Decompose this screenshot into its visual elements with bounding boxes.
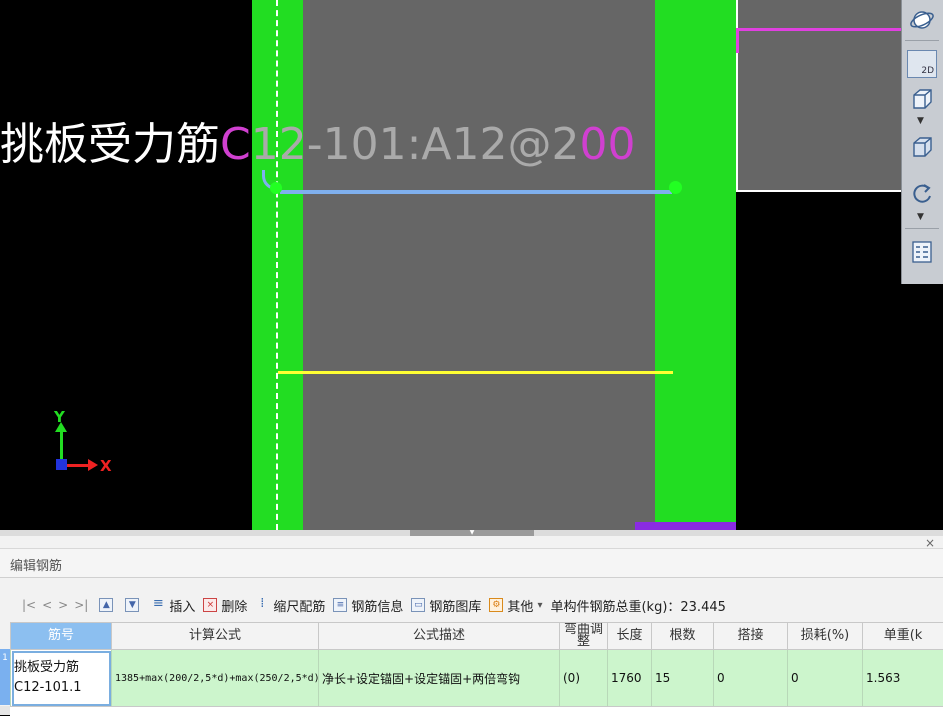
cell-bar-no[interactable]: 挑板受力筋C12-101.1 (11, 650, 112, 707)
slab-center-region[interactable] (303, 0, 655, 530)
header-bar-no[interactable]: 筋号 (11, 623, 112, 650)
chevron-down-icon[interactable]: ▼ (917, 212, 924, 222)
document-icon: ≡ (333, 598, 347, 612)
cad-viewport[interactable]: 挑板受力筋C12-101:A12@200 Y X 2D ▼ ▼ (0, 0, 943, 530)
chevron-down-icon: ▾ (537, 600, 542, 611)
header-unit-weight[interactable]: 单重(k (863, 623, 943, 650)
gear-document-icon: ⚙ (489, 598, 503, 612)
cell-formula[interactable]: 1385+max(200/2,5*d)+max(250/2,5*d)+12.5*… (112, 650, 319, 707)
header-length[interactable]: 长度 (608, 623, 652, 650)
cell-count[interactable]: 15 (652, 650, 714, 707)
library-icon: ▭ (411, 598, 425, 612)
other-label: 其他 (507, 596, 533, 615)
rebar-code-prefix: C (220, 119, 251, 170)
rebar-library-label: 钢筋图库 (429, 596, 481, 615)
header-formula[interactable]: 计算公式 (112, 623, 319, 650)
cell-description[interactable]: 净长+设定锚固+设定锚固+两倍弯钩 (319, 650, 560, 707)
cell-loss[interactable]: 0 (788, 650, 863, 707)
rebar-info-label: 钢筋信息 (351, 596, 403, 615)
delete-button[interactable]: × 删除 (203, 596, 247, 615)
orbit-icon[interactable] (907, 6, 937, 34)
rebar-annotation-code: C12-101:A12@200 (220, 119, 636, 170)
insert-icon: ≡ (151, 598, 165, 612)
chevron-down-icon[interactable]: ▼ (917, 116, 924, 126)
table-row[interactable]: 挑板受力筋C12-101.1 1385+max(200/2,5*d)+max(2… (11, 650, 943, 707)
rotate-icon[interactable] (907, 180, 937, 208)
rebar-code-body: 12-101:A12@2 (251, 119, 580, 170)
move-up-button[interactable]: ▲ (99, 598, 117, 612)
panel-title: 编辑钢筋 (10, 555, 62, 574)
toolbar-separator (905, 228, 939, 229)
edit-rebar-panel: × 编辑钢筋 |< < > >| ▲ ▼ ≡ 插入 × 删除 ⁞ 缩尺配筋 ≡ 钢筋信息… (0, 536, 943, 715)
header-bend-adjust[interactable]: 弯曲调整 (560, 623, 608, 650)
scale-rebar-button[interactable]: ⁞ 缩尺配筋 (255, 596, 325, 615)
row-index[interactable]: 1 (0, 649, 10, 705)
2d-view-icon[interactable]: 2D (907, 50, 937, 78)
3d-solid-icon[interactable] (907, 133, 937, 161)
nav-next-button[interactable]: > (58, 598, 68, 612)
axis-y-label: Y (54, 408, 65, 426)
rebar-code-suffix: 00 (580, 119, 636, 170)
delete-label: 删除 (221, 596, 247, 615)
cell-unit-weight[interactable]: 1.563 (863, 650, 943, 707)
row-index-next[interactable] (0, 706, 10, 715)
rebar-library-button[interactable]: ▭ 钢筋图库 (411, 596, 481, 615)
dashed-axis-line (276, 0, 278, 530)
cell-lap[interactable]: 0 (714, 650, 788, 707)
grid-header-row: 筋号 计算公式 公式描述 弯曲调整 长度 根数 搭接 损耗(%) 单重(k (11, 623, 943, 650)
rebar-info-button[interactable]: ≡ 钢筋信息 (333, 596, 403, 615)
scale-rebar-icon: ⁞ (255, 598, 269, 612)
delete-icon: × (203, 598, 217, 612)
purple-edge-line (635, 522, 736, 530)
yellow-rebar-line[interactable] (278, 371, 673, 374)
insert-label: 插入 (169, 596, 195, 615)
other-menu-button[interactable]: ⚙ 其他 ▾ (489, 596, 542, 615)
scale-rebar-label: 缩尺配筋 (273, 596, 325, 615)
nav-first-button[interactable]: |< (22, 598, 36, 612)
cell-length[interactable]: 1760 (608, 650, 652, 707)
view-toolbar: 2D ▼ ▼ (901, 0, 943, 284)
nav-last-button[interactable]: >| (74, 598, 88, 612)
magenta-rebar-hook (736, 28, 739, 53)
axis-x-arrow-icon (88, 459, 98, 471)
magenta-rebar-line[interactable] (736, 28, 906, 31)
rebar-annotation-name: 挑板受力筋 (0, 119, 220, 170)
selected-rebar-line[interactable] (280, 190, 672, 194)
header-loss[interactable]: 损耗(%) (788, 623, 863, 650)
rebar-grid: 筋号 计算公式 公式描述 弯曲调整 长度 根数 搭接 损耗(%) 单重(k 挑板… (10, 622, 943, 707)
header-lap[interactable]: 搭接 (714, 623, 788, 650)
arrow-down-icon: ▼ (125, 598, 139, 612)
rebar-annotation-label[interactable]: 挑板受力筋C12-101:A12@200 (0, 115, 636, 175)
rebar-toolbar: |< < > >| ▲ ▼ ≡插入 ×删除 ⁞缩尺配筋 ≡钢筋信息 ▭钢筋图库 … (0, 592, 943, 618)
arrow-up-icon: ▲ (99, 598, 113, 612)
toolbar-separator (905, 40, 939, 41)
header-description[interactable]: 公式描述 (319, 623, 560, 650)
layer-list-icon[interactable] (907, 238, 937, 266)
insert-button[interactable]: ≡ 插入 (151, 596, 195, 615)
panel-title-bar: 编辑钢筋 (0, 548, 943, 578)
rebar-grip-right[interactable] (669, 181, 682, 194)
3d-box-icon[interactable] (907, 85, 937, 113)
rebar-grip-left[interactable] (270, 182, 282, 194)
axis-x-label: X (100, 457, 112, 475)
header-count[interactable]: 根数 (652, 623, 714, 650)
cell-bend-adjust[interactable]: (0) (560, 650, 608, 707)
nav-prev-button[interactable]: < (42, 598, 52, 612)
total-weight-text: 单构件钢筋总重(kg)：23.445 (550, 596, 725, 615)
move-down-button[interactable]: ▼ (125, 598, 143, 612)
axis-origin (56, 459, 67, 470)
slab-right-support[interactable] (655, 0, 736, 530)
